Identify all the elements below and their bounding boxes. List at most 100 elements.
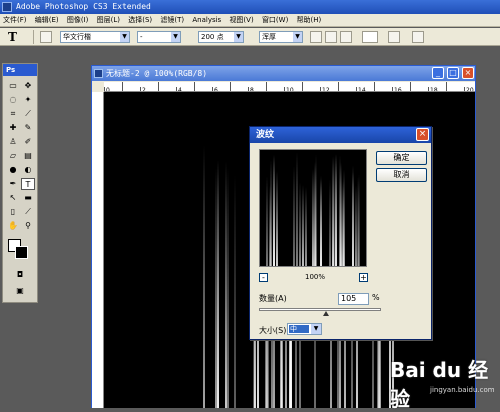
amount-slider-thumb[interactable]	[323, 311, 330, 316]
flame-streak	[354, 185, 357, 266]
amount-slider[interactable]	[259, 308, 381, 311]
flame-streak	[269, 184, 272, 266]
flame-streak	[217, 159, 220, 408]
menu-window[interactable]: 窗口(W)	[262, 16, 288, 24]
crop-icon[interactable]: ⌗	[6, 108, 20, 120]
font-style-value: -	[140, 33, 143, 41]
path-select-icon[interactable]: ↖	[6, 192, 20, 204]
ruler-tick	[266, 82, 284, 91]
flame-streak	[273, 154, 276, 266]
filter-preview[interactable]	[259, 149, 367, 267]
amount-unit: %	[372, 293, 380, 302]
amount-input[interactable]: 105	[338, 293, 369, 305]
ruler-tick	[302, 82, 320, 91]
menu-file[interactable]: 文件(F)	[3, 16, 27, 24]
ok-button[interactable]: 确定	[376, 151, 427, 165]
menu-view[interactable]: 视图(V)	[229, 16, 253, 24]
antialias-select[interactable]: 浑厚 ▼	[259, 31, 303, 43]
text-color-swatch[interactable]	[362, 31, 378, 43]
brush-icon[interactable]: ✎	[21, 122, 35, 134]
chevron-down-icon: ▼	[234, 32, 243, 42]
slice-icon[interactable]: ⟋	[21, 108, 35, 120]
character-panel-icon[interactable]	[412, 31, 424, 43]
move-icon[interactable]: ✥	[21, 80, 35, 92]
app-titlebar: Adobe Photoshop CS3 Extended	[0, 0, 500, 14]
baidu-watermark-url: jingyan.baidu.com	[430, 386, 495, 394]
flame-streak	[328, 179, 331, 266]
zoom-icon[interactable]: ⚲	[21, 220, 35, 232]
type-tool-glyph: T	[8, 30, 17, 44]
font-style-select[interactable]: - ▼	[137, 31, 181, 43]
font-family-value: 华文行楷	[63, 33, 91, 41]
document-title: 无标题-2 @ 100%(RGB/8)	[106, 69, 208, 78]
background-color-swatch[interactable]	[15, 246, 28, 259]
size-select[interactable]: 中 ▼	[287, 323, 322, 335]
align-center-icon[interactable]	[325, 31, 337, 43]
marquee-icon[interactable]: ▭	[6, 80, 20, 92]
warp-text-icon[interactable]	[388, 31, 400, 43]
font-size-value: 200 点	[201, 33, 224, 41]
font-size-select[interactable]: 200 点 ▼	[198, 31, 244, 43]
dialog-title: 波纹	[250, 127, 431, 143]
notes-icon[interactable]: ▯	[6, 206, 20, 218]
chevron-down-icon: ▼	[171, 32, 180, 42]
cancel-button[interactable]: 取消	[376, 168, 427, 182]
flame-streak	[304, 186, 307, 266]
shape-icon[interactable]: ▬	[21, 192, 35, 204]
flame-streak	[233, 175, 236, 408]
toolbox: Ps ▭ ✥ ◌ ✦ ⌗ ⟋ ✚ ✎ ♙ ✐ ▱ ▤ ● ◐ ✒ T ↖ ▬ ▯…	[2, 63, 38, 303]
flame-streak	[319, 174, 322, 266]
pen-icon[interactable]: ✒	[6, 178, 20, 190]
align-left-icon[interactable]	[310, 31, 322, 43]
flame-streak	[335, 153, 338, 266]
align-right-icon[interactable]	[340, 31, 352, 43]
size-value: 中	[289, 325, 309, 333]
menu-analysis[interactable]: Analysis	[192, 16, 221, 24]
text-orientation-icon[interactable]	[40, 31, 52, 43]
minimize-icon[interactable]: _	[432, 67, 444, 79]
size-label: 大小(S)	[259, 326, 287, 335]
ruler-tick	[122, 82, 140, 91]
menu-filter[interactable]: 滤镜(T)	[160, 16, 184, 24]
healing-icon[interactable]: ✚	[6, 122, 20, 134]
type-icon[interactable]: T	[21, 178, 35, 190]
ruler-tick	[446, 82, 464, 91]
flame-streak	[203, 145, 206, 408]
eraser-icon[interactable]: ▱	[6, 150, 20, 162]
toolbox-header: Ps	[3, 64, 37, 76]
zoom-out-button[interactable]: -	[259, 273, 268, 282]
ruler-tick	[410, 82, 428, 91]
horizontal-ruler: 0 2 4 6 8 10 12 14 16 18 20	[104, 82, 475, 92]
ruler-tick	[230, 82, 248, 91]
gradient-icon[interactable]: ▤	[21, 150, 35, 162]
close-icon[interactable]: ×	[462, 67, 474, 79]
flame-streak	[351, 171, 354, 266]
magic-wand-icon[interactable]: ✦	[21, 94, 35, 106]
lasso-icon[interactable]: ◌	[6, 94, 20, 106]
menu-edit[interactable]: 编辑(E)	[35, 16, 59, 24]
screen-mode-icon[interactable]: ▣	[13, 285, 27, 297]
options-bar: T 华文行楷 ▼ - ▼ 200 点 ▼ 浑厚 ▼	[0, 28, 500, 46]
quick-mask-icon[interactable]: ◘	[13, 269, 27, 281]
flame-streak	[332, 155, 335, 266]
menu-select[interactable]: 选择(S)	[128, 16, 152, 24]
document-titlebar: 无标题-2 @ 100%(RGB/8)	[92, 66, 475, 81]
stamp-icon[interactable]: ♙	[6, 136, 20, 148]
app-title: Adobe Photoshop CS3 Extended	[16, 2, 151, 11]
blur-icon[interactable]: ●	[6, 164, 20, 176]
ruler-tick	[194, 82, 212, 91]
zoom-level: 100%	[305, 273, 326, 281]
dodge-icon[interactable]: ◐	[21, 164, 35, 176]
font-family-select[interactable]: 华文行楷 ▼	[60, 31, 130, 43]
hand-icon[interactable]: ✋	[6, 220, 20, 232]
menu-image[interactable]: 图像(I)	[67, 16, 89, 24]
flame-streak	[265, 176, 268, 266]
document-icon	[94, 69, 103, 78]
menu-help[interactable]: 帮助(H)	[297, 16, 322, 24]
maximize-icon[interactable]: □	[447, 67, 459, 79]
menu-layer[interactable]: 图层(L)	[97, 16, 120, 24]
zoom-in-button[interactable]: +	[359, 273, 368, 282]
eyedropper-icon[interactable]: ⟋	[21, 206, 35, 218]
history-brush-icon[interactable]: ✐	[21, 136, 35, 148]
close-icon[interactable]: ×	[416, 128, 429, 141]
